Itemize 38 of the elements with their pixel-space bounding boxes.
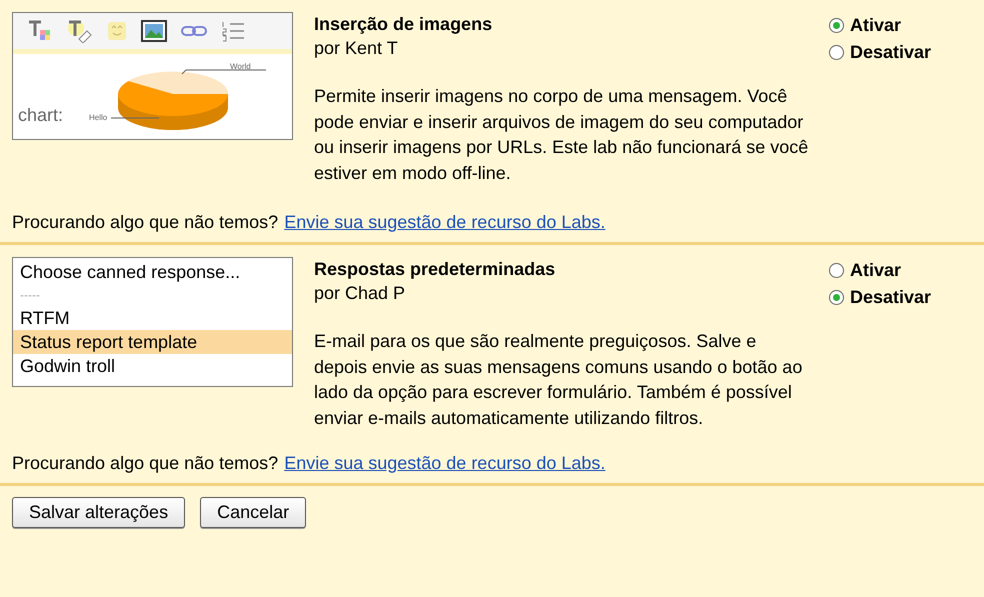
radio-label: Ativar <box>850 14 902 37</box>
footer-text: Procurando algo que não temos? <box>12 211 278 234</box>
form-button[interactable]: Cancelar <box>200 497 306 528</box>
list-option[interactable]: Choose canned response... <box>13 260 292 284</box>
radio-button[interactable] <box>829 290 844 305</box>
radio-label: Desativar <box>850 41 932 64</box>
radio-option[interactable]: Ativar <box>829 12 932 39</box>
link-icon[interactable] <box>181 24 207 38</box>
lab-author: por Chad P <box>314 282 406 305</box>
radio-option[interactable]: Desativar <box>829 39 932 66</box>
radio-button[interactable] <box>829 45 844 60</box>
suggestion-link[interactable]: Envie sua sugestão de recurso do Labs. <box>284 210 606 234</box>
image-icon[interactable] <box>141 20 167 42</box>
radio-button[interactable] <box>829 263 844 278</box>
lab-title: Respostas predeterminadas <box>314 258 556 281</box>
suggestion-link[interactable]: Envie sua sugestão de recurso do Labs. <box>284 451 606 475</box>
list-option[interactable]: Status report template <box>13 330 292 354</box>
radio-option[interactable]: Ativar <box>829 257 932 284</box>
text-color-icon[interactable] <box>27 19 53 43</box>
numbered-list-icon[interactable] <box>221 20 245 42</box>
lab-author: por Kent T <box>314 37 399 60</box>
radio-label: Ativar <box>850 259 902 282</box>
canned-response-list[interactable]: Choose canned response... ----- RTFM Status report template Godwin troll <box>12 257 293 387</box>
chart-label: World <box>230 62 251 71</box>
lab-title: Inserção de imagens <box>314 13 494 36</box>
list-separator: ----- <box>19 287 41 304</box>
radio-option[interactable]: Desativar <box>829 284 932 311</box>
chart-label: Hello <box>89 113 108 122</box>
lab-description: E-mail para os que são realmente preguiçosos. Salve e depois envie as suas mensagens comuns usando o botão ao lado da opção para escrever formulário. Também é possível enviar e-mails automaticamente utilizando filtros. <box>314 330 804 430</box>
eraser-icon[interactable] <box>67 19 93 43</box>
lab-description: Permite inserir imagens no corpo de uma mensagem. Você pode enviar e inserir arquivos de imagem do seu computador ou inserir imagens por URLs. Este lab não funcionará se você estiver em modo off-line. <box>314 85 809 184</box>
list-option[interactable]: Godwin troll <box>13 354 292 378</box>
footer-text: Procurando algo que não temos? <box>12 452 278 475</box>
radio-label: Desativar <box>850 286 932 309</box>
chart-caption: chart: <box>18 105 64 126</box>
form-button[interactable]: Salvar alterações <box>12 497 186 528</box>
list-option[interactable]: RTFM <box>13 306 292 330</box>
radio-button[interactable] <box>829 18 844 33</box>
